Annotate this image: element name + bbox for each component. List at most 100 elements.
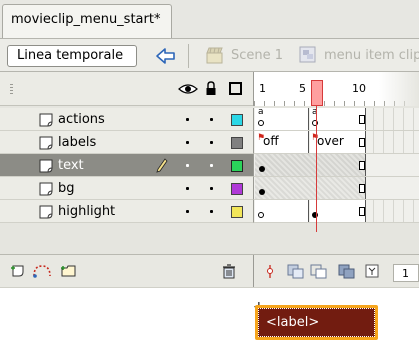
edit-multiple-frames-icon[interactable] — [338, 264, 356, 279]
text-field-content: <label> — [258, 308, 375, 337]
timeline-toggle-label: Linea temporale — [17, 48, 124, 63]
keyframe[interactable] — [259, 189, 265, 195]
document-tab-title: movieclip_menu_start* — [11, 12, 161, 27]
lock-dot[interactable] — [210, 187, 213, 190]
layer-row-bg[interactable]: bg — [0, 177, 419, 200]
outline-color-swatch[interactable] — [231, 206, 243, 218]
visibility-dot[interactable] — [186, 118, 189, 121]
frame-ruler[interactable]: 1 5 10 — [253, 72, 419, 106]
layer-row-labels[interactable]: labels ⚑ off ⚑ over — [0, 131, 419, 154]
text-field-placeholder: <label> — [266, 315, 320, 330]
ruler-fade — [379, 72, 419, 106]
movieclip-symbol-icon — [299, 46, 316, 63]
add-motion-guide-icon[interactable] — [32, 264, 52, 278]
lock-icon[interactable] — [205, 81, 217, 96]
outline-toggle-icon[interactable] — [229, 82, 242, 95]
frame-span: ⚑ off — [255, 131, 309, 153]
layer-header[interactable]: labels — [0, 131, 253, 154]
edit-bar: Linea temporale Scene 1 menu item clip — [0, 38, 419, 72]
dynamic-text-field[interactable]: <label> — [255, 305, 378, 340]
frame-end-marker — [359, 138, 365, 147]
keyframe[interactable] — [259, 166, 265, 172]
layer-row-highlight[interactable]: highlight — [0, 200, 419, 223]
delete-trash-icon[interactable] — [222, 264, 236, 279]
layer-header[interactable]: actions — [0, 108, 253, 131]
playhead-line — [316, 106, 317, 232]
back-arrow-icon[interactable] — [153, 44, 179, 68]
visibility-dot[interactable] — [186, 210, 189, 213]
lock-dot[interactable] — [210, 141, 213, 144]
panel-grip-icon[interactable] — [10, 84, 13, 96]
frame-row[interactable]: a a — [253, 107, 419, 131]
onion-skin-icon[interactable] — [287, 264, 305, 279]
symbol-label: menu item clip — [324, 48, 419, 63]
frame-end-marker — [359, 115, 365, 124]
layer-page-icon — [39, 113, 53, 127]
document-tab[interactable]: movieclip_menu_start* — [2, 4, 172, 38]
layer-name: text — [58, 158, 84, 173]
layer-page-icon — [39, 159, 53, 173]
lock-dot[interactable] — [210, 118, 213, 121]
footer-divider — [253, 255, 254, 288]
keyframe[interactable] — [312, 212, 318, 218]
frame-span — [255, 200, 309, 222]
modify-onion-markers-icon[interactable] — [365, 264, 379, 279]
timeline-footer: 1 — [0, 254, 419, 288]
outline-color-swatch[interactable] — [231, 137, 243, 149]
layer-header[interactable]: text — [0, 154, 253, 177]
ruler-label-10: 10 — [352, 82, 366, 95]
current-frame-value: 1 — [402, 267, 409, 280]
outline-color-swatch[interactable] — [231, 160, 243, 172]
visibility-dot[interactable] — [186, 187, 189, 190]
frame-row[interactable]: ⚑ off ⚑ over — [253, 131, 419, 154]
current-frame-field[interactable]: 1 — [393, 264, 419, 282]
frame-label-over: over — [317, 134, 344, 148]
frame-span — [255, 177, 366, 199]
frame-end-marker — [359, 161, 365, 170]
lock-dot[interactable] — [210, 210, 213, 213]
layer-name: labels — [58, 135, 97, 150]
layer-row-text[interactable]: text — [0, 154, 419, 177]
frame-end-marker — [359, 207, 365, 216]
timeline-header: 1 5 10 — [0, 72, 419, 106]
layer-header[interactable]: bg — [0, 177, 253, 200]
frame-span — [255, 154, 366, 176]
timeline-panel: 1 5 10 actions a a labels ⚑ off over tex… — [0, 72, 419, 288]
frame-span: ⚑ over — [310, 131, 366, 153]
layer-name: highlight — [58, 204, 116, 219]
empty-keyframe[interactable] — [312, 120, 318, 126]
ruler-label-1: 1 — [259, 82, 266, 95]
document-tab-bar: movieclip_menu_start* — [0, 0, 419, 38]
layer-name: actions — [58, 112, 105, 127]
timeline-toggle-button[interactable]: Linea temporale — [7, 45, 137, 67]
actionscript-marker: a — [258, 107, 264, 117]
new-folder-icon[interactable] — [60, 264, 78, 278]
lock-dot[interactable] — [210, 164, 213, 167]
onion-skin-outlines-icon[interactable] — [310, 264, 328, 279]
scene-icon — [206, 47, 223, 64]
empty-keyframe[interactable] — [258, 120, 264, 126]
frame-label-off: off — [263, 134, 279, 148]
frame-row[interactable] — [253, 154, 419, 177]
show-hide-eye-icon[interactable] — [178, 83, 198, 95]
scene-label: Scene 1 — [231, 48, 284, 63]
layer-page-icon — [39, 136, 53, 150]
pencil-edit-icon — [156, 158, 168, 173]
frame-row[interactable] — [253, 177, 419, 200]
playhead[interactable] — [311, 80, 323, 106]
frame-end-marker — [359, 184, 365, 193]
frame-span: a — [255, 107, 309, 130]
frame-span: a — [310, 107, 366, 130]
edit-bar-separator — [188, 44, 189, 68]
frame-row[interactable] — [253, 200, 419, 223]
layer-row-actions[interactable]: actions a a — [0, 107, 419, 131]
center-frame-icon[interactable] — [265, 264, 275, 279]
outline-color-swatch[interactable] — [231, 114, 243, 126]
visibility-dot[interactable] — [186, 164, 189, 167]
new-layer-icon[interactable] — [10, 264, 26, 278]
layer-header[interactable]: highlight — [0, 200, 253, 223]
visibility-dot[interactable] — [186, 141, 189, 144]
layer-page-icon — [39, 205, 53, 219]
empty-keyframe[interactable] — [258, 212, 264, 218]
outline-color-swatch[interactable] — [231, 183, 243, 195]
